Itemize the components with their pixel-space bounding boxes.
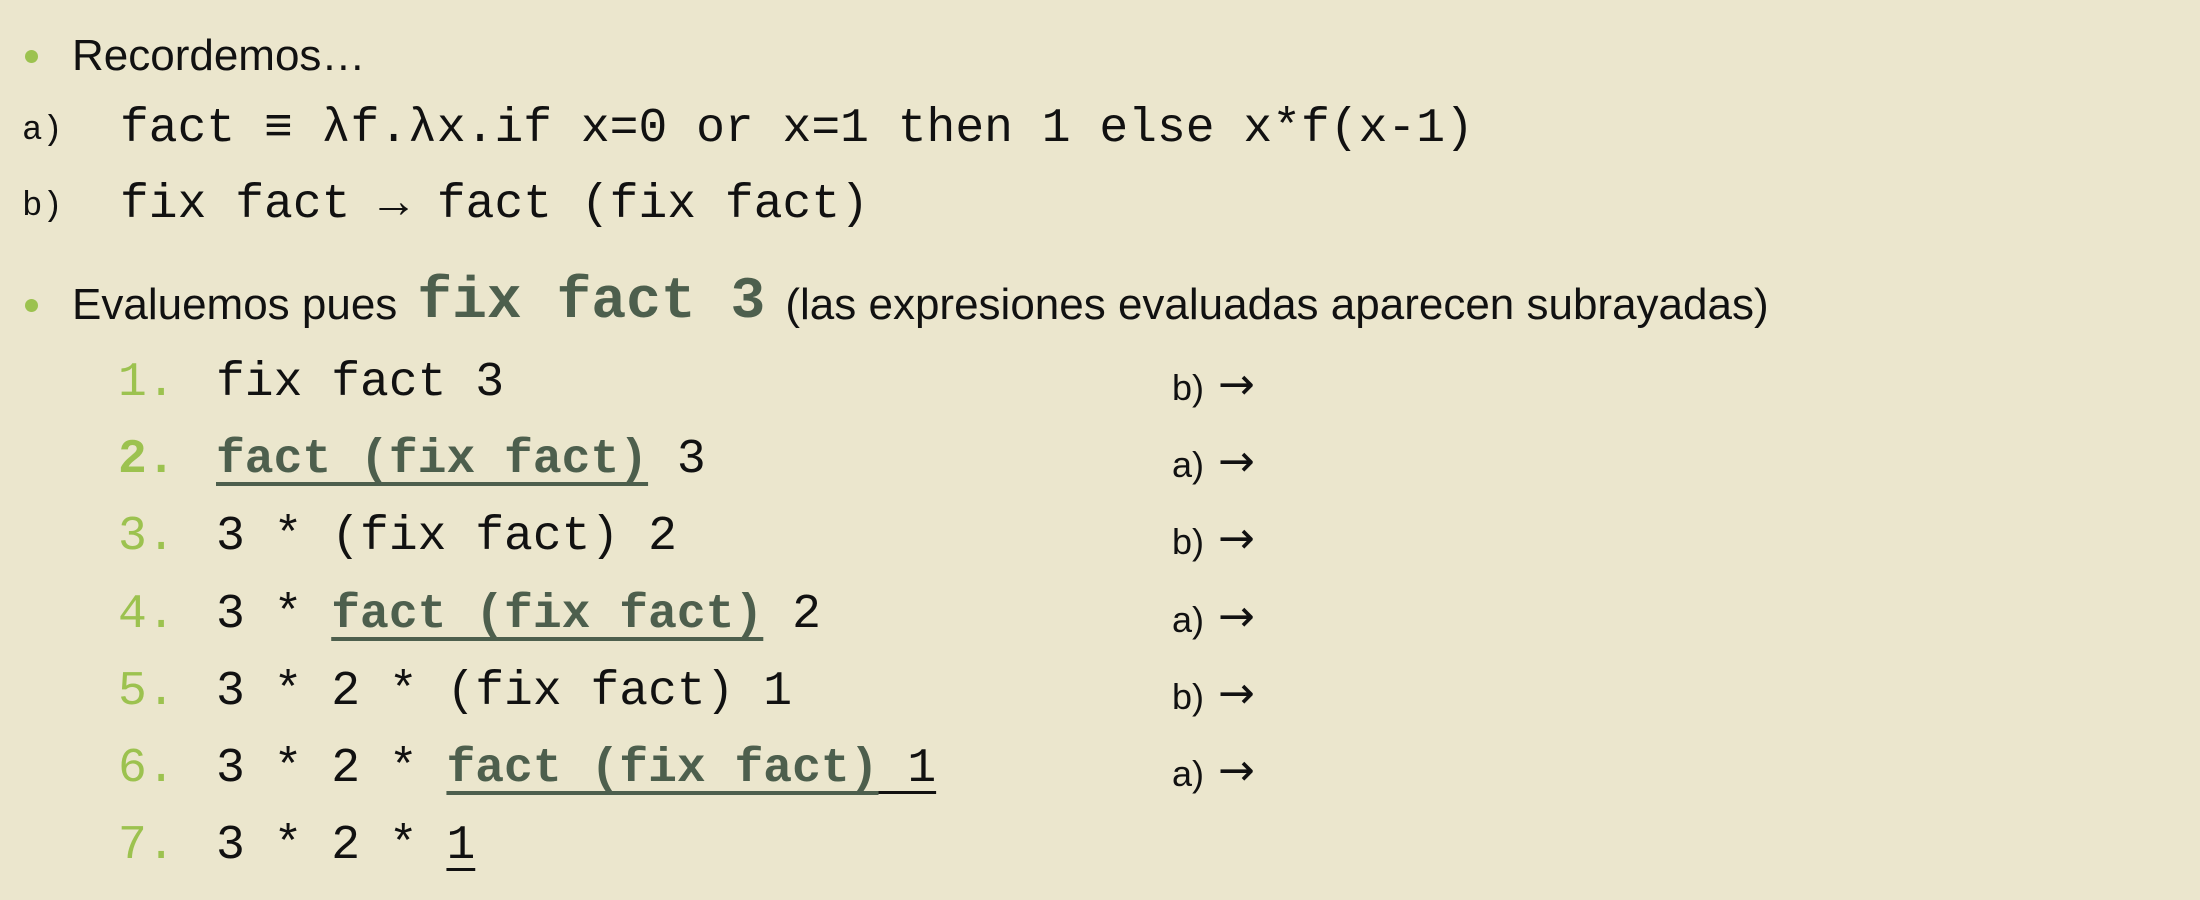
step-row: 4. 3 * fact (fix fact) 2 a) →: [0, 588, 1400, 658]
step-number: 3.: [118, 510, 176, 565]
expression-segment: 3 * 2 *: [216, 742, 447, 796]
expression-segment: 3 *: [216, 587, 332, 642]
step-rule-label: b): [1172, 675, 1205, 717]
step-rule: a) →: [1172, 436, 1255, 488]
evaluated-expression: fact (fix fact): [216, 433, 649, 488]
bullet-recall: Recordemos…: [0, 28, 365, 84]
step-rule-label: a): [1172, 753, 1205, 794]
right-arrow-icon: →: [1218, 745, 1255, 796]
expression-segment: 3 * 2 * (fix fact) 1: [216, 664, 793, 719]
step-expression: 3 * (fix fact) 2: [216, 510, 677, 564]
step-number: 1.: [118, 356, 176, 410]
step-rule: a) →: [1172, 590, 1255, 642]
step-row: 3. 3 * (fix fact) 2 b) →: [0, 510, 1400, 580]
step-expression: fact (fix fact) 3: [216, 433, 706, 487]
step-rule: b) →: [1172, 667, 1255, 719]
bullet-dot-icon: [25, 298, 38, 312]
evaluated-expression: fact (fix fact): [446, 742, 879, 796]
step-rule: b) →: [1172, 359, 1255, 410]
step-row: 6. 3 * 2 * fact (fix fact) 1 a) →: [0, 742, 1400, 812]
right-arrow-icon: →: [1218, 359, 1255, 410]
bullet-evaluate-prefix: Evaluemos pues: [72, 280, 398, 329]
step-number: 7.: [118, 819, 176, 874]
bullet-evaluate-code: fix fact 3: [417, 269, 766, 335]
step-row: 2. fact (fix fact) 3 a) →: [0, 433, 1400, 503]
step-number: 2.: [118, 433, 176, 488]
expression-segment: 3 * 2 *: [216, 819, 447, 874]
evaluated-expression: fact (fix fact): [331, 587, 764, 642]
right-arrow-icon: →: [1218, 590, 1255, 642]
step-rule-label: b): [1172, 521, 1205, 563]
step-rule: b) →: [1172, 513, 1255, 565]
step-rule-label: a): [1172, 444, 1205, 486]
step-number: 4.: [118, 587, 176, 642]
expression-segment: 1: [446, 819, 476, 874]
expression-segment: 3 * (fix fact) 2: [216, 510, 677, 565]
step-row: 1. fix fact 3 b) →: [0, 356, 1400, 426]
step-expression: 3 * 2 * fact (fix fact) 1: [216, 742, 936, 796]
step-rule: a) →: [1172, 745, 1255, 796]
definition-code: fact ≡ λf.λx.if x=0 or x=1 then 1 else x…: [120, 102, 1474, 156]
step-expression: fix fact 3: [216, 356, 504, 410]
step-row: 5. 3 * 2 * (fix fact) 1 b) →: [0, 665, 1400, 735]
bullet-evaluate-suffix: (las expresiones evaluadas aparecen subr…: [785, 280, 1769, 329]
step-number: 6.: [118, 742, 176, 796]
step-expression: 3 * 2 * 1: [216, 819, 475, 873]
expression-segment: fix fact 3: [216, 356, 505, 410]
right-arrow-icon: →: [1218, 667, 1255, 719]
expression-segment: 3: [648, 433, 706, 488]
bullet-evaluate: Evaluemos pues fix fact 3 (las expresion…: [0, 270, 1769, 340]
right-arrow-icon: →: [1218, 436, 1255, 488]
bullet-recall-text: Recordemos…: [72, 31, 366, 80]
step-expression: 3 * fact (fix fact) 2: [216, 588, 821, 642]
right-arrow-icon: →: [1218, 513, 1255, 565]
definition-label: b): [22, 188, 63, 226]
definition-code: fix fact → fact (fix fact): [120, 178, 869, 232]
step-expression: 3 * 2 * (fix fact) 1: [216, 665, 792, 719]
step-rule-label: b): [1172, 367, 1205, 408]
step-rule-label: a): [1172, 598, 1205, 640]
step-row: 7. 3 * 2 * 1: [0, 819, 1400, 889]
step-number: 5.: [118, 664, 176, 719]
bullet-dot-icon: [25, 49, 38, 63]
definition-label: a): [22, 112, 63, 150]
expression-segment: 2: [763, 587, 821, 642]
slide: Recordemos… a) fact ≡ λf.λx.if x=0 or x=…: [0, 0, 2200, 900]
expression-segment: 1: [878, 742, 937, 796]
